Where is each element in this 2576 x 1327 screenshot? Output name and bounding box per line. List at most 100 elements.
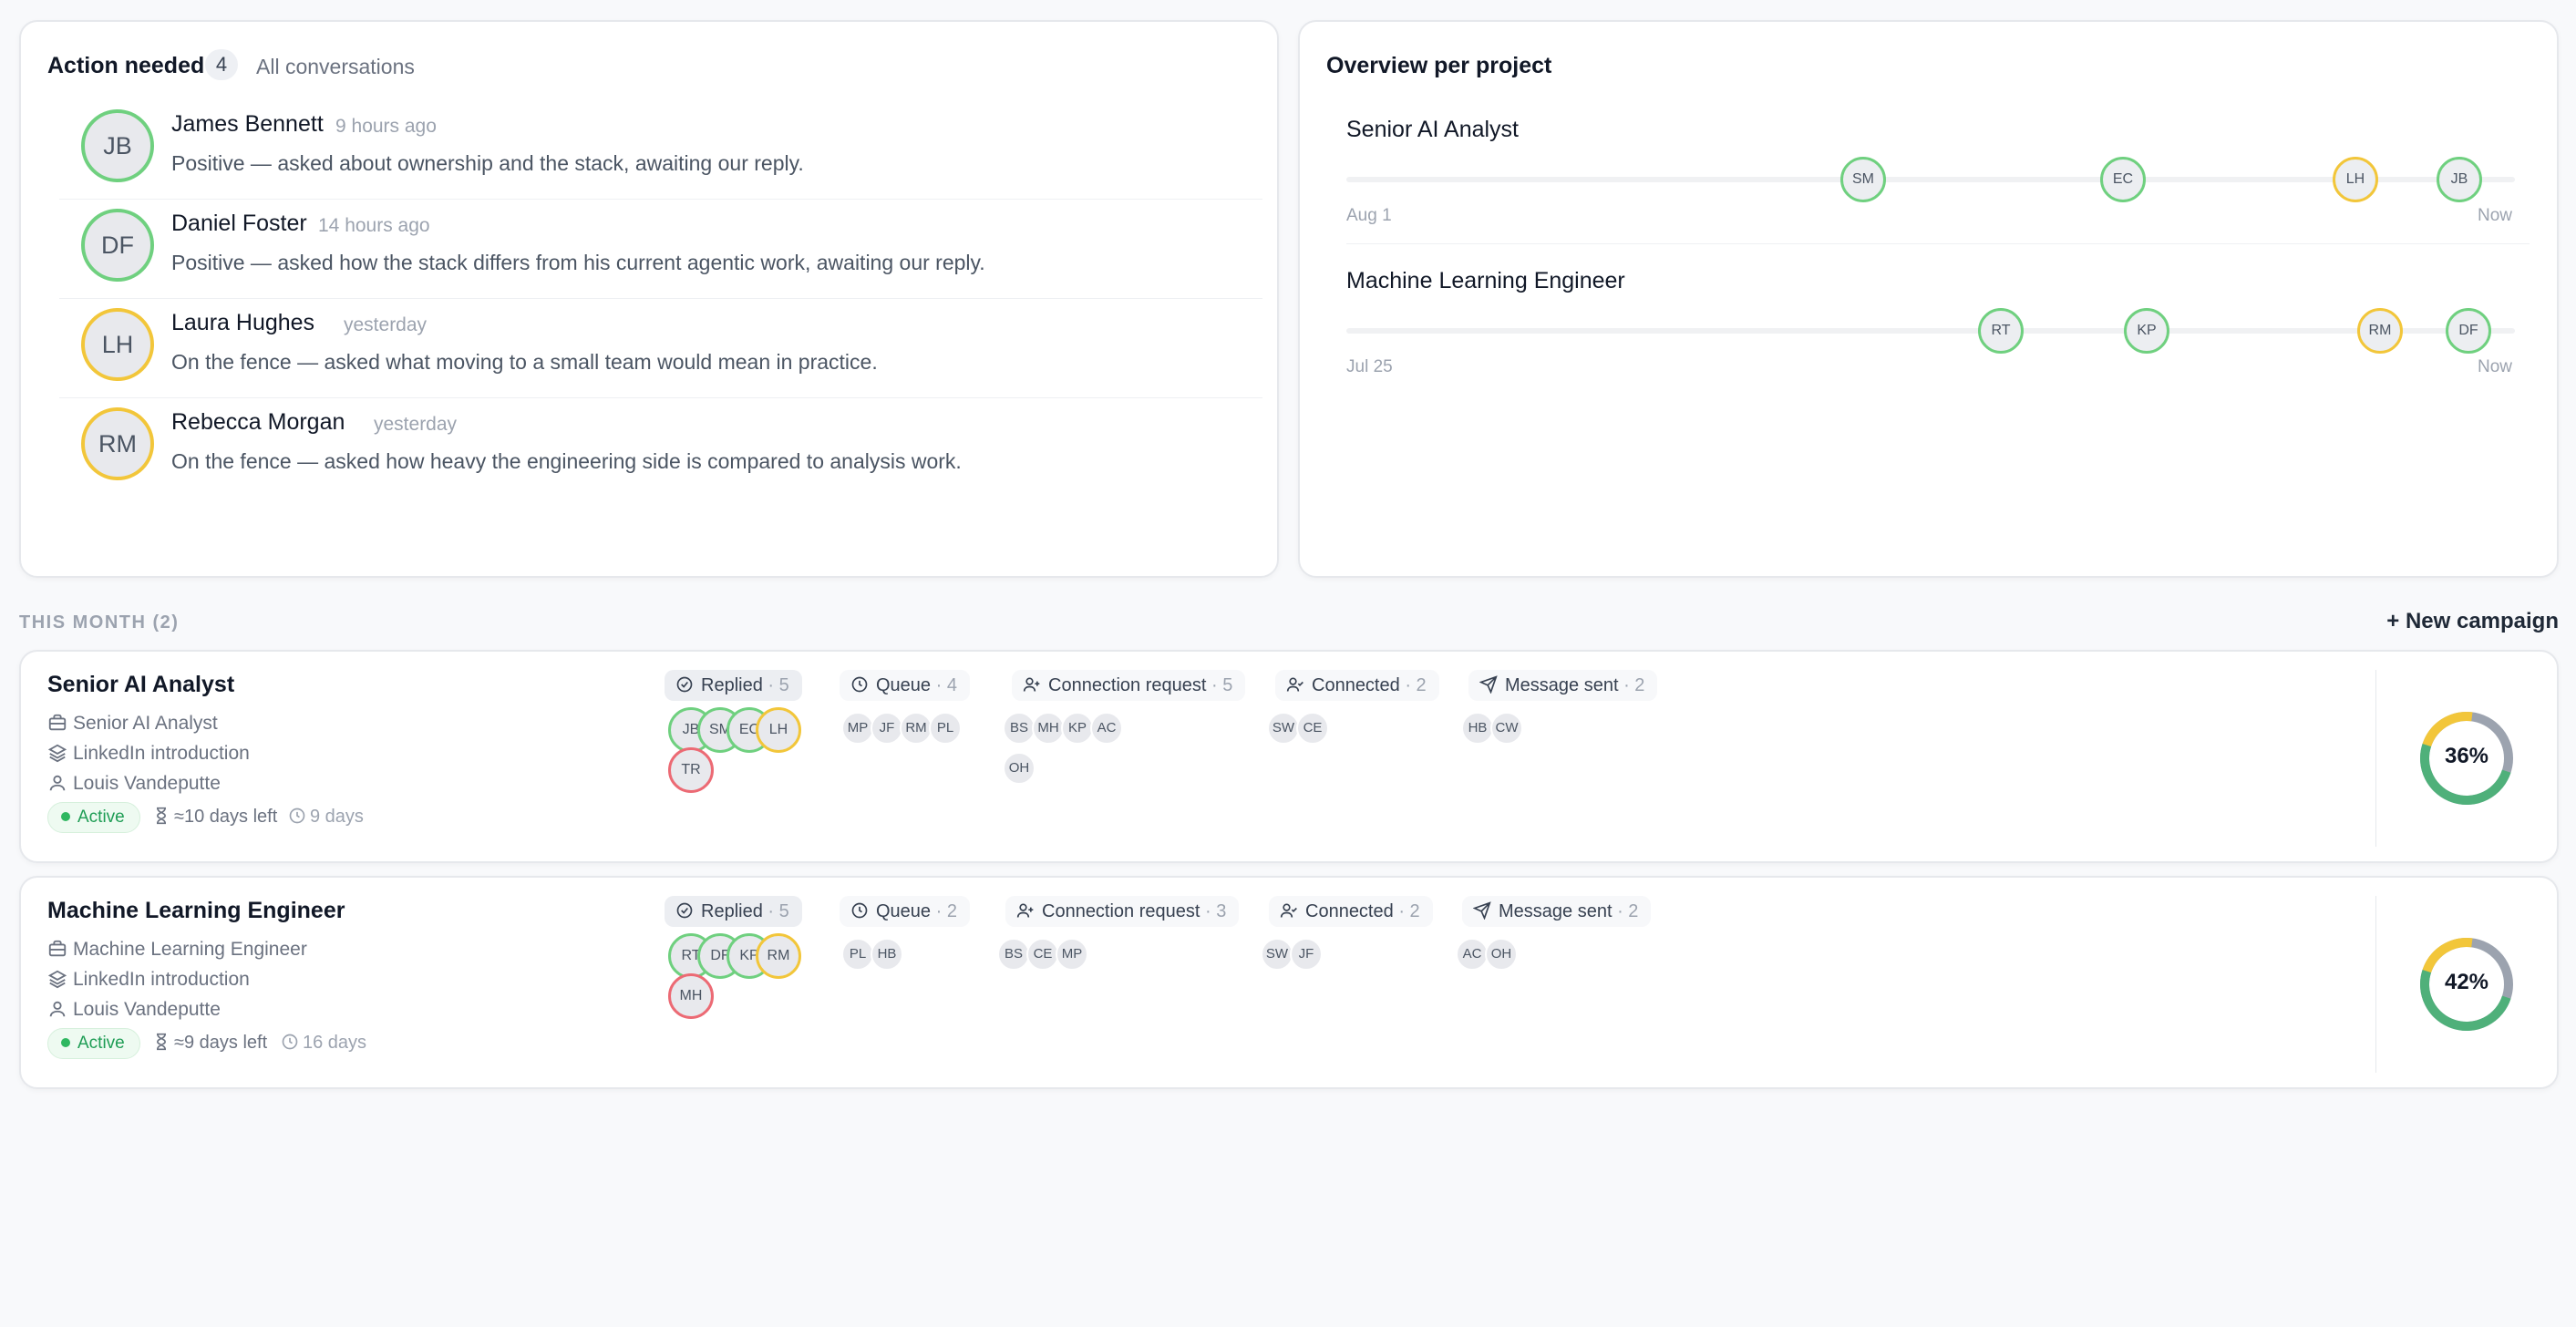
person-chip[interactable]: PL xyxy=(841,938,874,971)
person-chip[interactable]: MH xyxy=(1032,712,1065,745)
stage-count: · 3 xyxy=(1205,901,1227,921)
stage-count: · 5 xyxy=(768,675,789,695)
stage-label: Message sent xyxy=(1499,901,1613,921)
progress-percent: 36% xyxy=(2444,744,2489,768)
stage-count: · 2 xyxy=(935,901,957,921)
conversation-name: Laura Hughes xyxy=(171,310,315,335)
stage-tab-connected[interactable]: Connected · 2 xyxy=(1275,670,1439,701)
campaign-channel-label: LinkedIn introduction xyxy=(73,969,250,990)
stage-tab-message-sent[interactable]: Message sent · 2 xyxy=(1462,896,1652,927)
conversation-item[interactable]: JB James Bennett 9 hours ago Positive — … xyxy=(59,100,1262,200)
days-left-label: ≈9 days left xyxy=(174,1033,268,1053)
project-name: Senior AI Analyst xyxy=(1346,117,1520,142)
timeline-dot[interactable]: KP xyxy=(2124,308,2169,354)
person-chip[interactable]: TR xyxy=(668,747,714,793)
stage-tab-connection-request[interactable]: Connection request · 5 xyxy=(1012,670,1246,701)
campaign-card[interactable]: Machine Learning Engineer Machine Learni… xyxy=(19,876,2559,1089)
person-chip[interactable]: JF xyxy=(871,712,903,745)
conversation-summary: Positive — asked about ownership and the… xyxy=(171,151,804,175)
campaign-owner: Louis Vandeputte xyxy=(47,999,221,1021)
person-chip[interactable]: OH xyxy=(1485,938,1518,971)
stage-tab-connected[interactable]: Connected · 2 xyxy=(1269,896,1433,927)
person-chip[interactable]: CE xyxy=(1296,712,1329,745)
timeline-dot[interactable]: LH xyxy=(2333,157,2378,202)
campaign-owner-label: Louis Vandeputte xyxy=(73,999,221,1020)
timeline-dot[interactable]: EC xyxy=(2100,157,2146,202)
timeline-dot[interactable]: RT xyxy=(1978,308,2024,354)
person-chip[interactable]: AC xyxy=(1456,938,1489,971)
timeline-end-label: Now xyxy=(2478,206,2513,225)
person-chip[interactable]: MP xyxy=(841,712,874,745)
avatar: LH xyxy=(81,308,154,381)
campaign-card[interactable]: Senior AI Analyst Senior AI Analyst Link… xyxy=(19,650,2559,863)
user-plus-icon xyxy=(1016,903,1034,918)
stage-label: Connection request xyxy=(1048,675,1207,695)
person-chip[interactable]: MH xyxy=(668,973,714,1019)
new-campaign-button[interactable]: + New campaign xyxy=(2386,609,2559,634)
timeline-start-label: Aug 1 xyxy=(1346,206,1392,225)
timeline-start-label: Jul 25 xyxy=(1346,357,1393,376)
status-dot xyxy=(61,812,70,821)
stage-tab-replied[interactable]: Replied · 5 xyxy=(665,670,802,701)
stage-count: · 2 xyxy=(1398,901,1420,921)
person-chip[interactable]: OH xyxy=(1003,752,1036,785)
person-chip[interactable]: HB xyxy=(1461,712,1494,745)
campaign-owner-label: Louis Vandeputte xyxy=(73,773,221,794)
clock-icon xyxy=(282,1034,298,1050)
divider xyxy=(2375,670,2376,847)
person-chip[interactable]: RM xyxy=(900,712,933,745)
status-label: Active xyxy=(77,808,125,827)
conversation-item[interactable]: DF Daniel Foster 14 hours ago Positive —… xyxy=(59,200,1262,299)
send-icon xyxy=(1473,901,1491,920)
progress-percent: 42% xyxy=(2444,970,2489,994)
person-chip[interactable]: AC xyxy=(1090,712,1123,745)
avatar: DF xyxy=(81,209,154,282)
conversation-time: 14 hours ago xyxy=(318,215,430,236)
stage-tab-replied[interactable]: Replied · 5 xyxy=(665,896,802,927)
person-chip[interactable]: CW xyxy=(1490,712,1523,745)
conversation-time: 9 hours ago xyxy=(335,116,437,137)
person-chip[interactable]: KP xyxy=(1061,712,1094,745)
status-label: Active xyxy=(77,1034,125,1053)
stage-label: Connected xyxy=(1312,675,1400,695)
person-chip[interactable]: RM xyxy=(756,933,801,979)
user-icon xyxy=(49,1001,66,1017)
stage-count: · 2 xyxy=(1617,901,1639,921)
person-chip[interactable]: CE xyxy=(1026,938,1059,971)
timeline-dot[interactable]: JB xyxy=(2437,157,2482,202)
person-chip[interactable]: HB xyxy=(871,938,903,971)
person-chip[interactable]: PL xyxy=(929,712,962,745)
stage-tab-connection-request[interactable]: Connection request · 3 xyxy=(1005,896,1240,927)
person-chip[interactable]: MP xyxy=(1056,938,1088,971)
conversation-summary: On the fence — asked what moving to a sm… xyxy=(171,350,878,374)
stage-label: Replied xyxy=(701,901,763,921)
person-chip[interactable]: BS xyxy=(1003,712,1036,745)
section-label: THIS MONTH (2) xyxy=(19,612,180,633)
avatar: RM xyxy=(81,407,154,480)
campaign-title: Machine Learning Engineer xyxy=(47,898,345,923)
timeline-dot[interactable]: DF xyxy=(2446,308,2491,354)
person-chip[interactable]: SW xyxy=(1267,712,1300,745)
check-circle-icon xyxy=(676,902,693,919)
stage-label: Message sent xyxy=(1505,675,1619,695)
conversation-time: yesterday xyxy=(344,314,428,335)
campaign-duration: 16 days xyxy=(281,1033,366,1054)
conversation-item[interactable]: RM Rebecca Morgan yesterday On the fence… xyxy=(59,398,1262,498)
stage-tab-queue[interactable]: Queue · 4 xyxy=(840,670,970,701)
stage-tab-message-sent[interactable]: Message sent · 2 xyxy=(1468,670,1658,701)
user-plus-icon xyxy=(1023,677,1040,692)
person-chip[interactable]: JF xyxy=(1290,938,1323,971)
person-chip[interactable]: LH xyxy=(756,707,801,753)
person-chip[interactable]: BS xyxy=(997,938,1030,971)
clock-icon xyxy=(289,808,305,824)
all-conversations-link[interactable]: All conversations xyxy=(256,55,415,79)
timeline-dot[interactable]: RM xyxy=(2357,308,2403,354)
conversation-item[interactable]: LH Laura Hughes yesterday On the fence —… xyxy=(59,299,1262,398)
conversation-name: Rebecca Morgan xyxy=(171,409,345,435)
stage-label: Connected xyxy=(1305,901,1394,921)
stage-tab-queue[interactable]: Queue · 2 xyxy=(840,896,970,927)
timeline-dot[interactable]: SM xyxy=(1840,157,1886,202)
check-circle-icon xyxy=(676,676,693,693)
person-chip[interactable]: SW xyxy=(1261,938,1293,971)
campaign-role-label: Senior AI Analyst xyxy=(73,713,218,734)
